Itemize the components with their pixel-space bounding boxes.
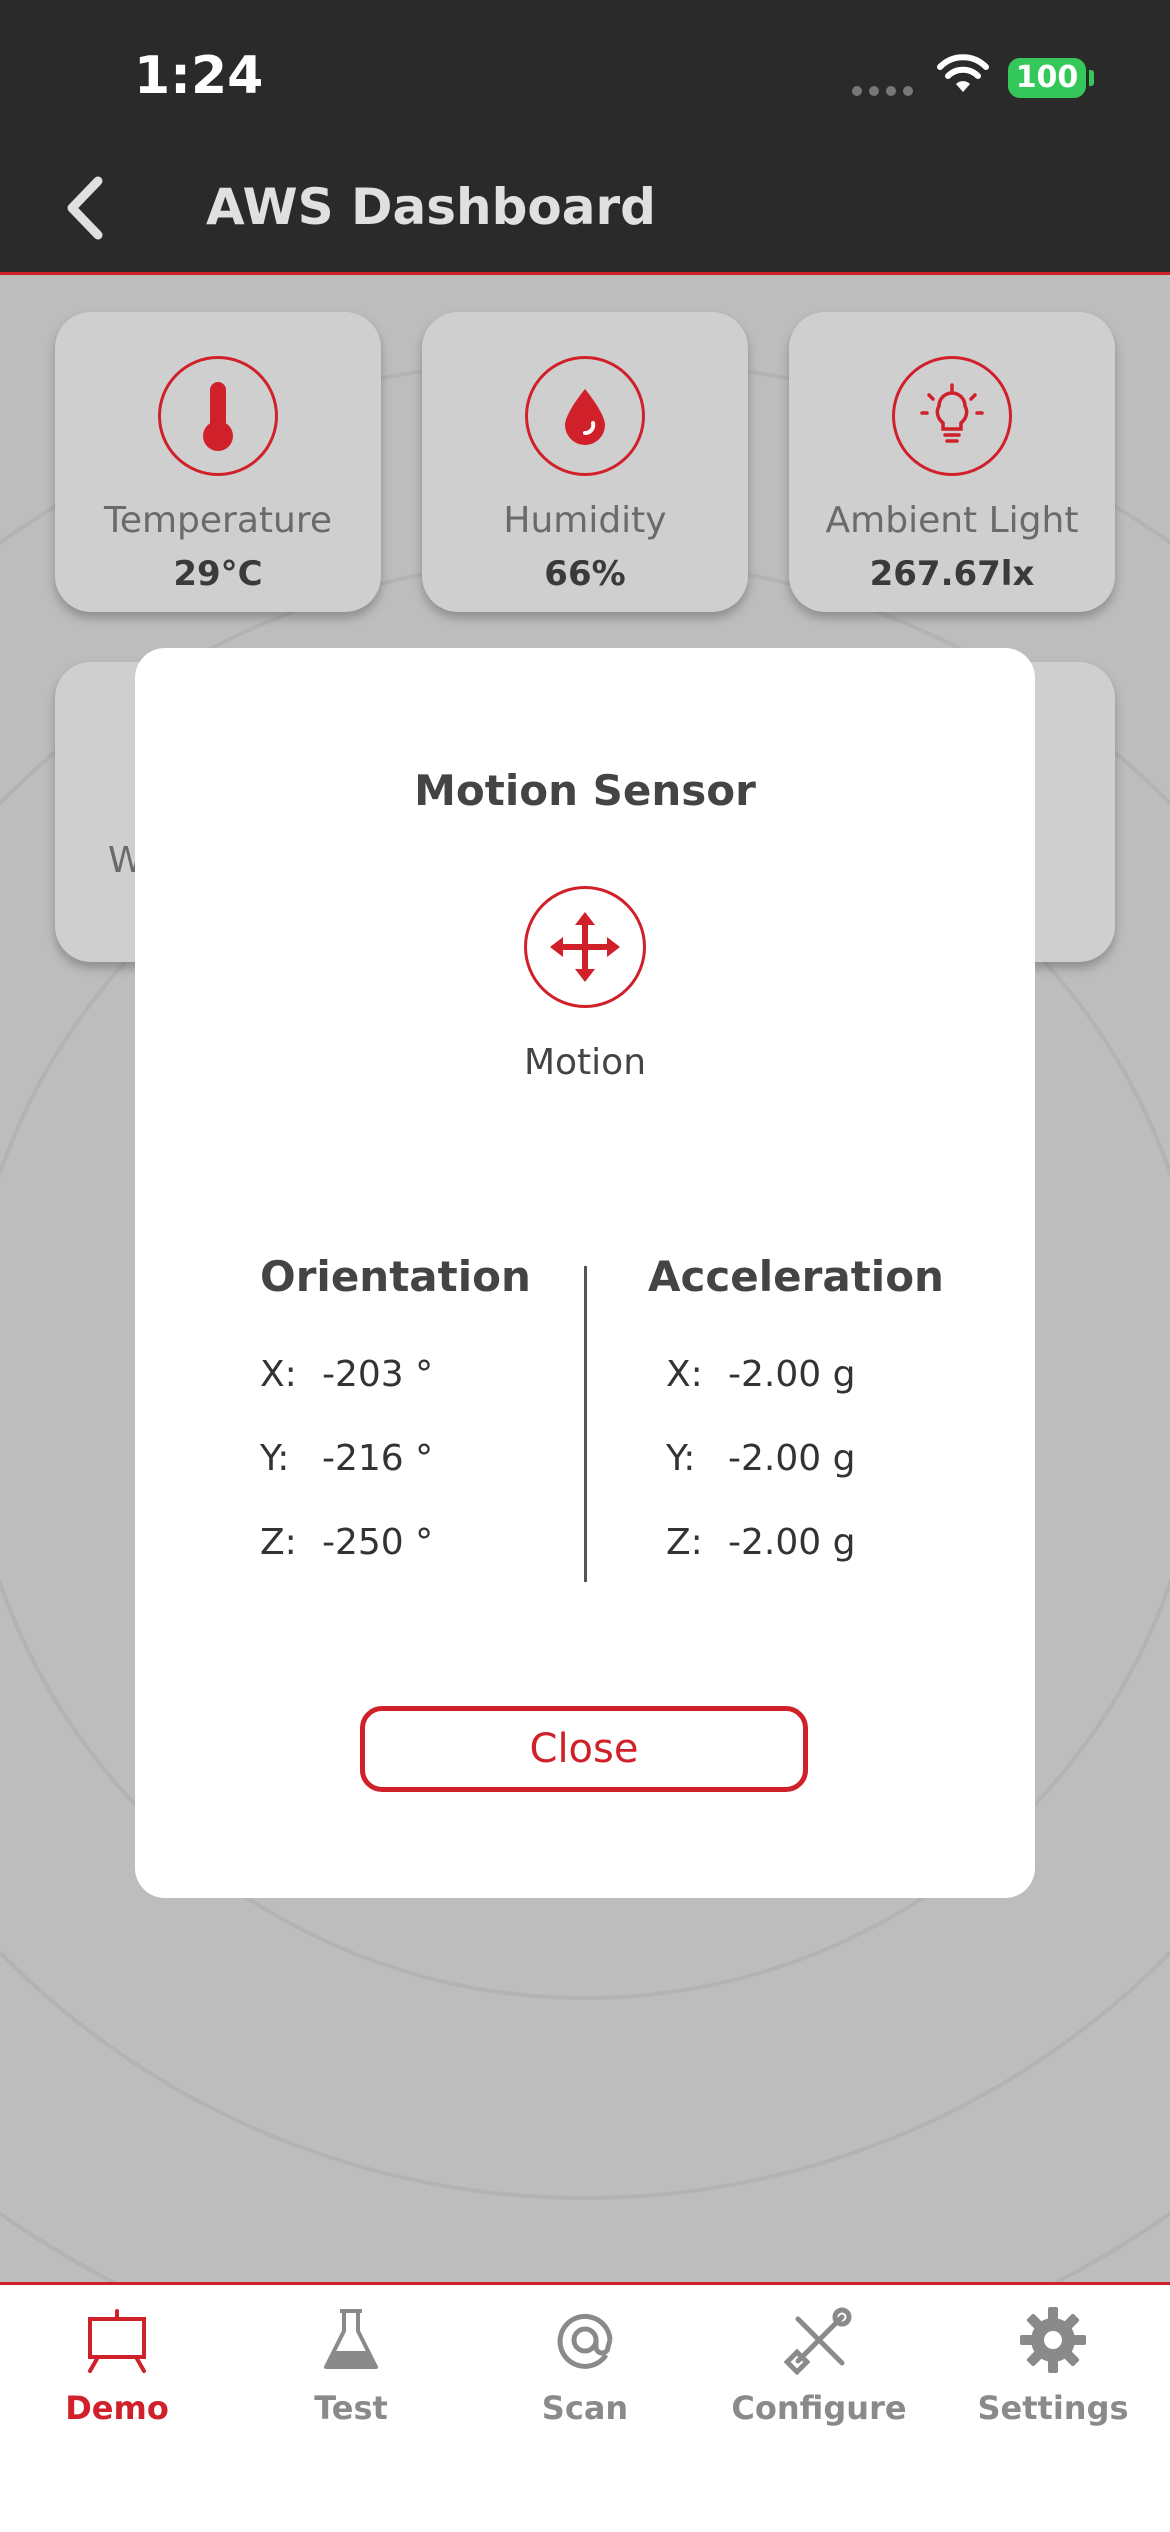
axis-value: -216 ° — [322, 1438, 434, 1479]
axis-value: -203 ° — [322, 1354, 434, 1395]
battery-nub — [1089, 70, 1094, 86]
axis-value: -250 ° — [322, 1522, 434, 1563]
ambient-light-card[interactable]: Ambient Light 267.67lx — [789, 312, 1115, 612]
tab-demo[interactable]: Demo — [0, 2285, 234, 2445]
motion-sensor-dialog: Motion Sensor Motion Orientation Acceler… — [135, 648, 1035, 1898]
page-title: AWS Dashboard — [206, 178, 656, 236]
axis-label: Z: — [666, 1522, 703, 1563]
move-arrows-icon — [550, 912, 620, 982]
close-button[interactable]: Close — [360, 1706, 808, 1792]
temperature-card[interactable]: Temperature 29°C — [55, 312, 381, 612]
orientation-z-row: Z: -250 ° — [260, 1522, 433, 1563]
motion-label: Motion — [523, 1042, 647, 1083]
tab-settings[interactable]: Settings — [936, 2285, 1170, 2445]
at-scan-icon — [557, 2313, 613, 2369]
axis-label: Z: — [260, 1522, 297, 1563]
axis-label: Y: — [260, 1438, 290, 1479]
acceleration-z-row: Z: -2.00 g — [666, 1522, 855, 1563]
acceleration-x-row: X: -2.00 g — [666, 1354, 855, 1395]
tab-label: Scan — [541, 2389, 629, 2427]
bottom-tab-bar: Demo Test Scan Configure Settings — [0, 2282, 1170, 2532]
card-value: 29°C — [173, 554, 263, 594]
wifi-icon — [937, 54, 989, 92]
tools-icon — [784, 2307, 852, 2375]
tab-label: Test — [314, 2389, 388, 2427]
status-time: 1:24 — [134, 46, 264, 106]
humidity-card[interactable]: Humidity 66% — [422, 312, 748, 612]
humidity-icon-ring — [525, 356, 645, 476]
flask-icon — [324, 2309, 378, 2369]
cellular-signal-icon — [852, 86, 913, 96]
tab-scan[interactable]: Scan — [468, 2285, 702, 2445]
axis-value: -2.00 g — [728, 1438, 856, 1479]
card-label: Ambient Light — [825, 500, 1079, 541]
back-chevron-icon[interactable] — [60, 175, 110, 241]
axis-label: X: — [260, 1354, 297, 1395]
orientation-y-row: Y: -216 ° — [260, 1438, 433, 1479]
card-label: Temperature — [103, 500, 333, 541]
acceleration-y-row: Y: -2.00 g — [666, 1438, 855, 1479]
light-icon-ring — [892, 356, 1012, 476]
easel-icon — [88, 2309, 146, 2373]
water-drop-icon — [565, 389, 605, 445]
axis-label: X: — [666, 1354, 703, 1395]
orientation-heading: Orientation — [260, 1252, 531, 1301]
battery-icon: 100 — [1008, 58, 1086, 98]
thermometer-icon — [203, 382, 233, 451]
tab-configure[interactable]: Configure — [702, 2285, 936, 2445]
temperature-icon-ring — [158, 356, 278, 476]
card-label: Humidity — [503, 500, 667, 541]
card-value: 267.67lx — [869, 554, 1035, 594]
column-divider — [584, 1266, 587, 1582]
axis-label: Y: — [666, 1438, 696, 1479]
axis-value: -2.00 g — [728, 1522, 856, 1563]
acceleration-heading: Acceleration — [648, 1252, 944, 1301]
card-value: 66% — [544, 554, 626, 594]
motion-icon-ring — [524, 886, 646, 1008]
gear-icon — [1020, 2307, 1086, 2373]
tab-label: Configure — [731, 2389, 907, 2427]
dialog-title: Motion Sensor — [414, 766, 756, 815]
tab-label: Settings — [977, 2389, 1129, 2427]
top-bar: 1:24 100 AWS Dashboard — [0, 0, 1170, 275]
light-bulb-icon — [920, 383, 984, 443]
orientation-x-row: X: -203 ° — [260, 1354, 433, 1395]
axis-value: -2.00 g — [728, 1354, 856, 1395]
tab-label: Demo — [65, 2389, 169, 2427]
tab-test[interactable]: Test — [234, 2285, 468, 2445]
